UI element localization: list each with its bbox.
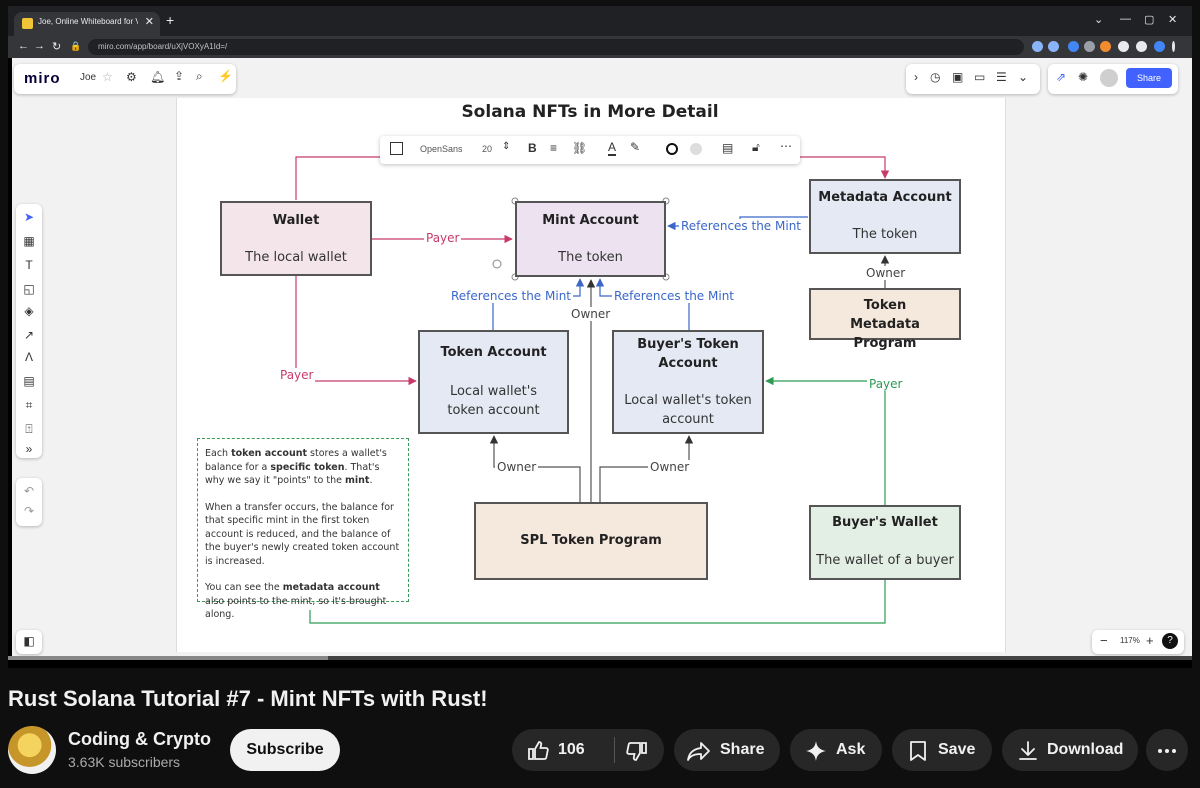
mint-account-node[interactable]: Mint Account The token bbox=[515, 201, 666, 277]
metadata-title: Metadata Account bbox=[818, 190, 952, 205]
diagram-title: Solana NFTs in More Detail bbox=[461, 102, 719, 122]
wallet-title: Wallet bbox=[272, 213, 320, 228]
thumbs-up-icon bbox=[528, 741, 549, 760]
border-color-icon[interactable] bbox=[666, 143, 678, 155]
token-account-title: Token Account bbox=[440, 345, 547, 360]
like-button[interactable]: 106 bbox=[512, 729, 614, 771]
highlighter-icon[interactable]: ✎ bbox=[630, 140, 640, 154]
owner-label: Owner bbox=[864, 266, 908, 280]
link-icon[interactable]: ⛓ bbox=[572, 141, 587, 155]
buyers-token-account-title: Buyer's Token Account bbox=[637, 337, 739, 371]
video-title: Rust Solana Tutorial #7 - Mint NFTs with… bbox=[8, 686, 488, 711]
channel-name[interactable]: Coding & Crypto bbox=[68, 729, 211, 750]
buyers-wallet-node[interactable]: Buyer's Wallet The wallet of a buyer bbox=[809, 505, 961, 580]
video-progress-fill bbox=[8, 656, 328, 660]
references-mint-label: References the Mint bbox=[449, 289, 573, 303]
mint-title: Mint Account bbox=[542, 213, 639, 228]
text-color-icon[interactable]: A bbox=[608, 140, 617, 156]
more-horizontal-icon bbox=[1158, 749, 1176, 753]
video-player[interactable]: Joe, Online Whiteboard for Visu... ✕ + ⌄… bbox=[8, 6, 1192, 668]
more-options-icon[interactable]: ⋯ bbox=[780, 139, 792, 153]
mint-subtitle: The token bbox=[558, 250, 623, 265]
more-actions-button[interactable] bbox=[1146, 729, 1188, 771]
save-label: Save bbox=[938, 741, 976, 758]
font-size-input[interactable]: 20 bbox=[482, 144, 492, 154]
download-label: Download bbox=[1047, 741, 1124, 758]
format-toolbar: OpenSans 20 ⇕ B ≡ ⛓ A ✎ ▤ 🔓︎ ⋯ bbox=[380, 136, 800, 164]
bookmark-icon bbox=[910, 741, 926, 761]
token-account-subtitle: Local wallet's token account bbox=[447, 384, 540, 418]
fill-color-icon[interactable] bbox=[690, 143, 702, 155]
buyers-wallet-title: Buyer's Wallet bbox=[832, 515, 938, 530]
font-size-stepper-icon[interactable]: ⇕ bbox=[502, 141, 510, 152]
token-account-node[interactable]: Token Account Local wallet's token accou… bbox=[418, 330, 569, 434]
owner-label: Owner bbox=[569, 307, 613, 321]
note-paragraph: When a transfer occurs, the balance for … bbox=[205, 501, 400, 567]
save-button[interactable]: Save bbox=[892, 729, 992, 771]
ask-button[interactable]: Ask bbox=[790, 729, 882, 771]
share-label: Share bbox=[720, 741, 765, 758]
share-arrow-icon bbox=[687, 742, 710, 761]
references-mint-label: References the Mint bbox=[679, 219, 803, 233]
like-count: 106 bbox=[558, 741, 585, 758]
wallet-subtitle: The local wallet bbox=[245, 250, 347, 265]
subscribe-button[interactable]: Subscribe bbox=[230, 729, 340, 771]
comment-icon[interactable]: ▤ bbox=[722, 141, 733, 155]
buyers-wallet-subtitle: The wallet of a buyer bbox=[816, 553, 954, 568]
spl-token-program-node[interactable]: SPL Token Program bbox=[474, 502, 708, 580]
payer-label: Payer bbox=[867, 377, 905, 391]
owner-label: Owner bbox=[648, 460, 692, 474]
like-dislike-group: 106 bbox=[512, 729, 664, 771]
solana-diagram: Solana NFTs in More Detail OpenSans 20 ⇕… bbox=[8, 6, 1192, 668]
references-mint-label: References the Mint bbox=[612, 289, 736, 303]
lock-icon[interactable]: 🔓︎ bbox=[752, 140, 760, 155]
metadata-account-node[interactable]: Metadata Account The token bbox=[809, 179, 961, 254]
token-metadata-program-node[interactable]: Token Metadata Program bbox=[809, 288, 961, 351]
dislike-button[interactable] bbox=[615, 729, 664, 771]
video-progress-bar[interactable] bbox=[8, 656, 1192, 660]
token-metadata-program-title: Token Metadata Program bbox=[850, 298, 920, 351]
align-icon[interactable]: ≡ bbox=[550, 141, 557, 155]
note-paragraph: You can see the metadata account also po… bbox=[205, 582, 387, 620]
thumbs-down-icon bbox=[626, 742, 647, 761]
wallet-node[interactable]: Wallet The local wallet bbox=[220, 201, 372, 276]
payer-label: Payer bbox=[278, 368, 316, 382]
metadata-subtitle: The token bbox=[852, 227, 918, 242]
download-icon bbox=[1019, 741, 1037, 760]
font-select[interactable]: OpenSans bbox=[420, 144, 463, 154]
spl-title: SPL Token Program bbox=[520, 533, 662, 548]
explanation-note[interactable]: Each token account stores a wallet's bal… bbox=[197, 438, 409, 620]
payer-label: Payer bbox=[424, 231, 462, 245]
subscriber-count: 3.63K subscribers bbox=[68, 754, 181, 770]
channel-avatar[interactable] bbox=[8, 726, 56, 774]
shape-icon[interactable] bbox=[390, 142, 403, 155]
note-paragraph: Each token account stores a wallet's bal… bbox=[205, 448, 387, 486]
sparkle-icon bbox=[806, 741, 826, 761]
buyers-token-account-subtitle: Local wallet's token account bbox=[624, 393, 752, 427]
owner-label: Owner bbox=[495, 460, 539, 474]
share-button[interactable]: Share bbox=[674, 729, 780, 771]
ask-label: Ask bbox=[836, 741, 866, 758]
download-button[interactable]: Download bbox=[1002, 729, 1138, 771]
bold-icon[interactable]: B bbox=[528, 141, 537, 155]
buyers-token-account-node[interactable]: Buyer's Token Account Local wallet's tok… bbox=[612, 330, 764, 434]
